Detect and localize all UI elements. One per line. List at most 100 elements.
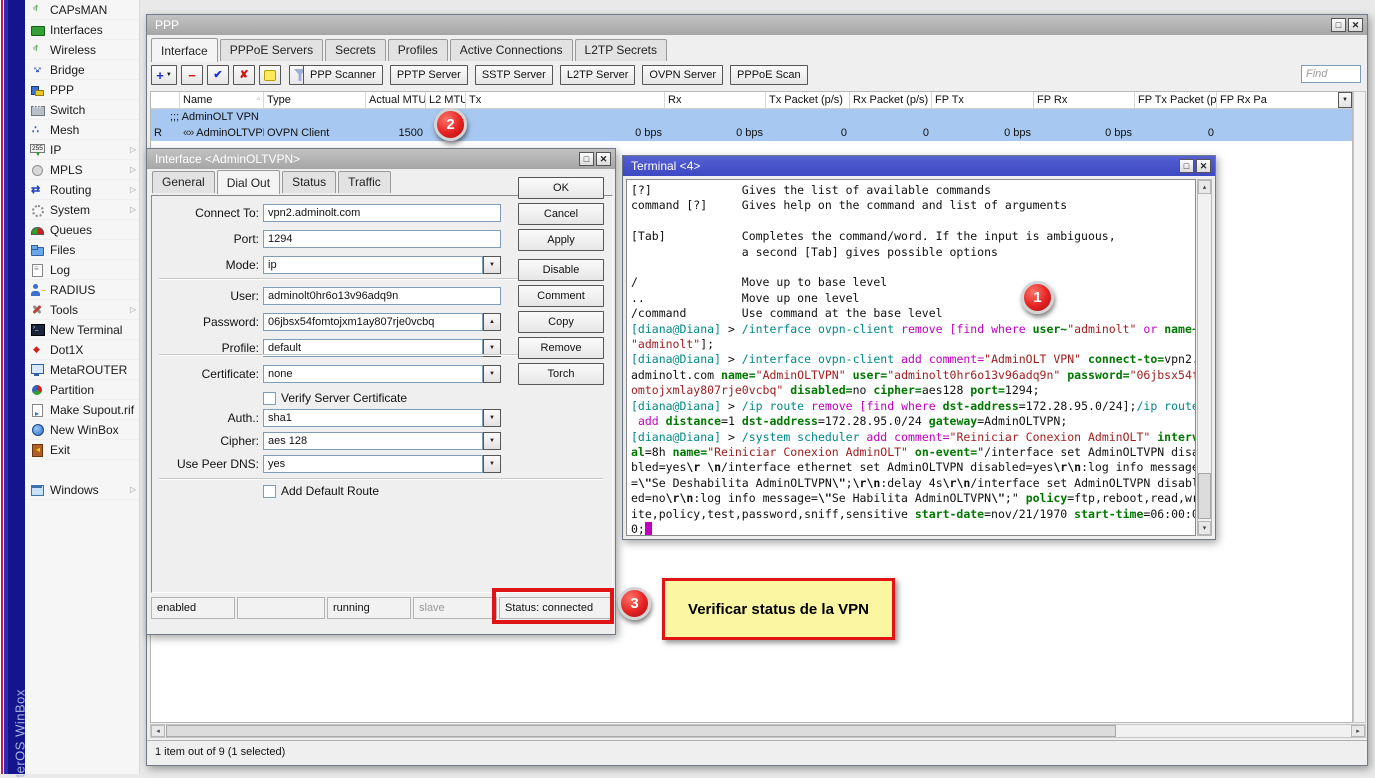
- scrollbar-thumb[interactable]: [1198, 473, 1211, 519]
- tab-l2tp-secrets[interactable]: L2TP Secrets: [575, 39, 667, 61]
- scrollbar-thumb[interactable]: [166, 725, 1116, 737]
- tab-active-connections[interactable]: Active Connections: [450, 39, 573, 61]
- auth-field[interactable]: [263, 409, 483, 427]
- sidebar-item-bridge[interactable]: Bridge: [25, 60, 139, 80]
- dropdown-arrow-icon[interactable]: ▼: [483, 256, 501, 274]
- pptp-server-button[interactable]: PPTP Server: [390, 65, 468, 85]
- sidebar-item-mpls[interactable]: MPLS▷: [25, 160, 139, 180]
- column-header-tx[interactable]: Tx: [466, 92, 665, 108]
- use-peer-dns-field[interactable]: [263, 455, 483, 473]
- ppp-scanner-button[interactable]: PPP Scanner: [303, 65, 383, 85]
- table-vertical-scrollbar[interactable]: [1353, 91, 1366, 723]
- sidebar-item-new-terminal[interactable]: New Terminal: [25, 320, 139, 340]
- maximize-icon[interactable]: □: [1179, 159, 1194, 173]
- cancel-button[interactable]: Cancel: [518, 203, 604, 225]
- dropdown-arrow-icon[interactable]: ▼: [483, 365, 501, 383]
- sidebar-item-metarouter[interactable]: MetaROUTER: [25, 360, 139, 380]
- tab-status[interactable]: Status: [282, 171, 336, 193]
- column-header-type[interactable]: Type: [264, 92, 366, 108]
- add-button[interactable]: + ▼: [151, 65, 177, 85]
- tab-general[interactable]: General: [152, 171, 215, 193]
- table-horizontal-scrollbar[interactable]: ◂ ▸: [150, 724, 1366, 738]
- sidebar-item-routing[interactable]: Routing▷: [25, 180, 139, 200]
- scroll-right-icon[interactable]: ▸: [1351, 725, 1365, 737]
- column-header-fp-tx[interactable]: FP Tx: [932, 92, 1034, 108]
- scroll-left-icon[interactable]: ◂: [151, 725, 165, 737]
- terminal-titlebar[interactable]: Terminal <4> □ ✕: [623, 156, 1215, 176]
- copy-button[interactable]: Copy: [518, 311, 604, 333]
- sidebar-item-new-winbox[interactable]: New WinBox: [25, 420, 139, 440]
- enable-button[interactable]: ✔: [207, 65, 229, 85]
- connect-to-field[interactable]: [263, 204, 501, 222]
- tab-interface[interactable]: Interface: [151, 38, 218, 62]
- comment-button[interactable]: Comment: [518, 285, 604, 307]
- dropdown-arrow-icon[interactable]: ▼: [483, 409, 501, 427]
- close-icon[interactable]: ✕: [596, 152, 611, 166]
- ovpn-server-button[interactable]: OVPN Server: [642, 65, 723, 85]
- table-row[interactable]: R«»AdminOLTVPNOVPN Client15000 bps0 bps0…: [151, 125, 1352, 141]
- ok-button[interactable]: OK: [518, 177, 604, 199]
- sstp-server-button[interactable]: SSTP Server: [475, 65, 553, 85]
- sidebar-item-queues[interactable]: Queues: [25, 220, 139, 240]
- sidebar-item-exit[interactable]: Exit: [25, 440, 139, 460]
- maximize-icon[interactable]: □: [1331, 18, 1346, 32]
- sidebar-item-system[interactable]: System▷: [25, 200, 139, 220]
- sidebar-item-ppp[interactable]: PPP: [25, 80, 139, 100]
- tab-dial-out[interactable]: Dial Out: [217, 170, 280, 194]
- mode-field[interactable]: [263, 256, 483, 274]
- close-icon[interactable]: ✕: [1196, 159, 1211, 173]
- cipher-field[interactable]: [263, 432, 483, 450]
- dropdown-arrow-icon[interactable]: ▼: [483, 432, 501, 450]
- dialog-titlebar[interactable]: Interface <AdminOLTVPN> □ ✕: [147, 149, 615, 169]
- column-header-fp-tx-packet-p-s[interactable]: FP Tx Packet (p/s): [1135, 92, 1217, 108]
- tab-secrets[interactable]: Secrets: [325, 39, 386, 61]
- column-header-rx[interactable]: Rx: [665, 92, 766, 108]
- column-header-flags[interactable]: [151, 92, 180, 108]
- column-header-name[interactable]: Name▵: [180, 92, 264, 108]
- sidebar-item-dot1x[interactable]: Dot1X: [25, 340, 139, 360]
- disable-button[interactable]: ✘: [233, 65, 255, 85]
- column-header-tx-packet-p-s[interactable]: Tx Packet (p/s): [766, 92, 850, 108]
- terminal-output[interactable]: [?] Gives the list of available commands…: [626, 179, 1196, 536]
- column-header-l2-mtu[interactable]: L2 MTU: [426, 92, 466, 108]
- scroll-down-icon[interactable]: ▾: [1198, 521, 1211, 535]
- password-field[interactable]: [263, 313, 483, 331]
- tab-pppoe-servers[interactable]: PPPoE Servers: [220, 39, 323, 61]
- disable-button[interactable]: Disable: [518, 259, 604, 281]
- sidebar-item-make-supout-rif[interactable]: Make Supout.rif: [25, 400, 139, 420]
- ppp-titlebar[interactable]: PPP □ ✕: [147, 15, 1367, 35]
- column-header-rx-packet-p-s[interactable]: Rx Packet (p/s): [850, 92, 932, 108]
- hide-password-icon[interactable]: ▲: [483, 313, 501, 331]
- tab-profiles[interactable]: Profiles: [388, 39, 448, 61]
- verify-server-certificate-checkbox[interactable]: [263, 392, 276, 405]
- find-input[interactable]: [1301, 65, 1361, 83]
- sidebar-item-switch[interactable]: Switch: [25, 100, 139, 120]
- scroll-up-icon[interactable]: ▴: [1198, 180, 1211, 194]
- tab-traffic[interactable]: Traffic: [338, 171, 391, 193]
- sidebar-item-log[interactable]: Log: [25, 260, 139, 280]
- add-default-route-checkbox[interactable]: [263, 485, 276, 498]
- port-field[interactable]: [263, 230, 501, 248]
- column-header-actual-mtu[interactable]: Actual MTU: [366, 92, 426, 108]
- remove-button[interactable]: −: [181, 65, 203, 85]
- sidebar-item-tools[interactable]: Tools▷: [25, 300, 139, 320]
- comment-button[interactable]: [259, 65, 281, 85]
- column-select-button[interactable]: ▼: [1338, 92, 1352, 108]
- sidebar-item-capsman[interactable]: CAPsMAN: [25, 0, 139, 20]
- pppoe-scan-button[interactable]: PPPoE Scan: [730, 65, 808, 85]
- maximize-icon[interactable]: □: [579, 152, 594, 166]
- sidebar-item-wireless[interactable]: Wireless: [25, 40, 139, 60]
- sidebar-item-windows[interactable]: Windows▷: [25, 480, 139, 500]
- torch-button[interactable]: Torch: [518, 363, 604, 385]
- column-header-fp-rx[interactable]: FP Rx: [1034, 92, 1135, 108]
- sidebar-item-mesh[interactable]: Mesh: [25, 120, 139, 140]
- dropdown-arrow-icon[interactable]: ▼: [483, 455, 501, 473]
- column-header-fp-rx-pa[interactable]: FP Rx Pa: [1217, 92, 1343, 108]
- table-row[interactable]: ;;; AdminOLT VPN: [151, 109, 1352, 125]
- sidebar-item-files[interactable]: Files: [25, 240, 139, 260]
- sidebar-item-ip[interactable]: IP▷: [25, 140, 139, 160]
- sidebar-item-radius[interactable]: RADIUS: [25, 280, 139, 300]
- apply-button[interactable]: Apply: [518, 229, 604, 251]
- certificate-field[interactable]: [263, 365, 483, 383]
- sidebar-item-partition[interactable]: Partition: [25, 380, 139, 400]
